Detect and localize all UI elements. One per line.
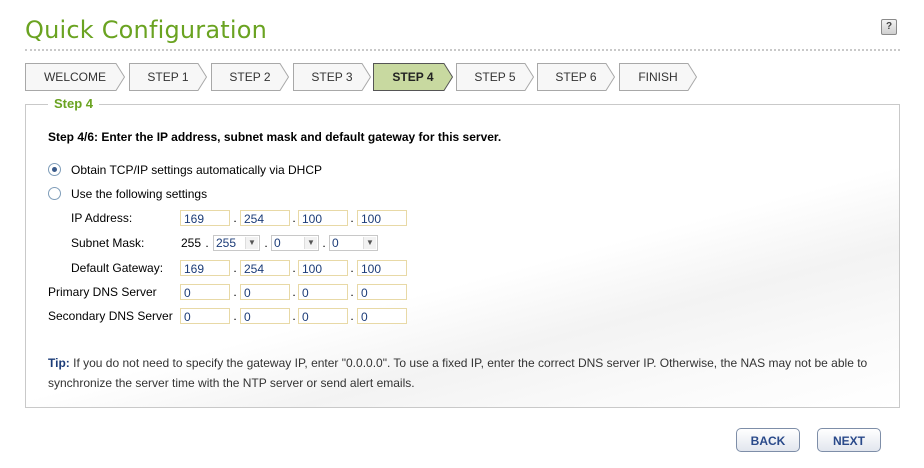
ip-octet-1[interactable]: 169: [180, 210, 230, 226]
tab-label: WELCOME: [43, 70, 106, 84]
ip-octet-4[interactable]: 100: [357, 210, 407, 226]
tab-step-3[interactable]: STEP 3: [293, 63, 371, 91]
tab-welcome[interactable]: WELCOME: [25, 63, 125, 91]
octet-separator: .: [292, 309, 296, 323]
select-value: 0: [274, 236, 281, 250]
primary-dns-octet-4[interactable]: 0: [357, 284, 407, 300]
back-button[interactable]: BACK: [736, 428, 800, 452]
tab-step-5[interactable]: STEP 5: [456, 63, 534, 91]
page-title: Quick Configuration: [25, 16, 268, 44]
subnet-mask-label: Subnet Mask:: [71, 236, 145, 250]
tab-step-2[interactable]: STEP 2: [211, 63, 289, 91]
octet-separator: .: [292, 285, 296, 299]
octet-separator: .: [233, 309, 237, 323]
octet-separator: .: [292, 211, 296, 225]
tab-step-4[interactable]: STEP 4: [373, 63, 453, 91]
octet-separator: .: [350, 285, 354, 299]
manual-option[interactable]: Use the following settings: [48, 186, 207, 202]
select-value: 0: [332, 236, 339, 250]
tip-body: If you do not need to specify the gatewa…: [48, 356, 868, 390]
subnet-octet-3-select[interactable]: 0 ▼: [271, 235, 319, 251]
octet-separator: .: [350, 261, 354, 275]
ip-address-label: IP Address:: [71, 211, 133, 225]
primary-dns-label: Primary DNS Server: [48, 285, 157, 299]
title-divider: [25, 49, 900, 51]
octet-separator: .: [350, 211, 354, 225]
gateway-octet-3[interactable]: 100: [298, 260, 348, 276]
octet-separator: .: [264, 236, 268, 250]
tab-label: STEP 3: [311, 70, 353, 84]
octet-separator: .: [205, 236, 209, 250]
tab-label: STEP 6: [555, 70, 597, 84]
primary-dns-octet-1[interactable]: 0: [180, 284, 230, 300]
dhcp-radio[interactable]: [48, 163, 61, 176]
dhcp-label: Obtain TCP/IP settings automatically via…: [71, 163, 322, 177]
primary-dns-octet-2[interactable]: 0: [240, 284, 290, 300]
tab-label: STEP 4: [392, 70, 434, 84]
gateway-octet-4[interactable]: 100: [357, 260, 407, 276]
gateway-octet-1[interactable]: 169: [180, 260, 230, 276]
secondary-dns-octet-1[interactable]: 0: [180, 308, 230, 324]
next-button[interactable]: NEXT: [817, 428, 881, 452]
panel-legend: Step 4: [48, 96, 100, 111]
tab-step-1[interactable]: STEP 1: [129, 63, 207, 91]
tab-label: STEP 1: [147, 70, 189, 84]
octet-separator: .: [233, 211, 237, 225]
subnet-octet-2-select[interactable]: 255 ▼: [213, 235, 260, 251]
primary-dns-octet-3[interactable]: 0: [298, 284, 348, 300]
tab-label: STEP 5: [474, 70, 516, 84]
chevron-down-icon: ▼: [363, 237, 376, 249]
tip-text: Tip: If you do not need to specify the g…: [48, 353, 888, 393]
octet-separator: .: [233, 285, 237, 299]
octet-separator: .: [292, 261, 296, 275]
octet-separator: .: [350, 309, 354, 323]
tab-finish[interactable]: FINISH: [619, 63, 697, 91]
subnet-first-octet: 255: [181, 236, 202, 250]
step-heading: Step 4/6: Enter the IP address, subnet m…: [48, 130, 502, 144]
tab-step-6[interactable]: STEP 6: [537, 63, 615, 91]
ip-octet-2[interactable]: 254: [240, 210, 290, 226]
tab-label: FINISH: [638, 70, 678, 84]
gateway-octet-2[interactable]: 254: [240, 260, 290, 276]
tab-label: STEP 2: [229, 70, 271, 84]
manual-label: Use the following settings: [71, 187, 208, 201]
manual-radio[interactable]: [48, 187, 61, 200]
secondary-dns-octet-2[interactable]: 0: [240, 308, 290, 324]
ip-octet-3[interactable]: 100: [298, 210, 348, 226]
secondary-dns-octet-4[interactable]: 0: [357, 308, 407, 324]
dhcp-option[interactable]: Obtain TCP/IP settings automatically via…: [48, 162, 322, 178]
select-value: 255: [216, 236, 237, 250]
secondary-dns-octet-3[interactable]: 0: [298, 308, 348, 324]
chevron-down-icon: ▼: [245, 237, 258, 249]
tip-label: Tip:: [48, 356, 70, 370]
subnet-octet-4-select[interactable]: 0 ▼: [329, 235, 378, 251]
default-gateway-label: Default Gateway:: [71, 261, 164, 275]
secondary-dns-label: Secondary DNS Server: [48, 309, 173, 323]
octet-separator: .: [233, 261, 237, 275]
chevron-down-icon: ▼: [304, 237, 317, 249]
octet-separator: .: [322, 236, 326, 250]
help-icon[interactable]: ?: [881, 19, 897, 35]
